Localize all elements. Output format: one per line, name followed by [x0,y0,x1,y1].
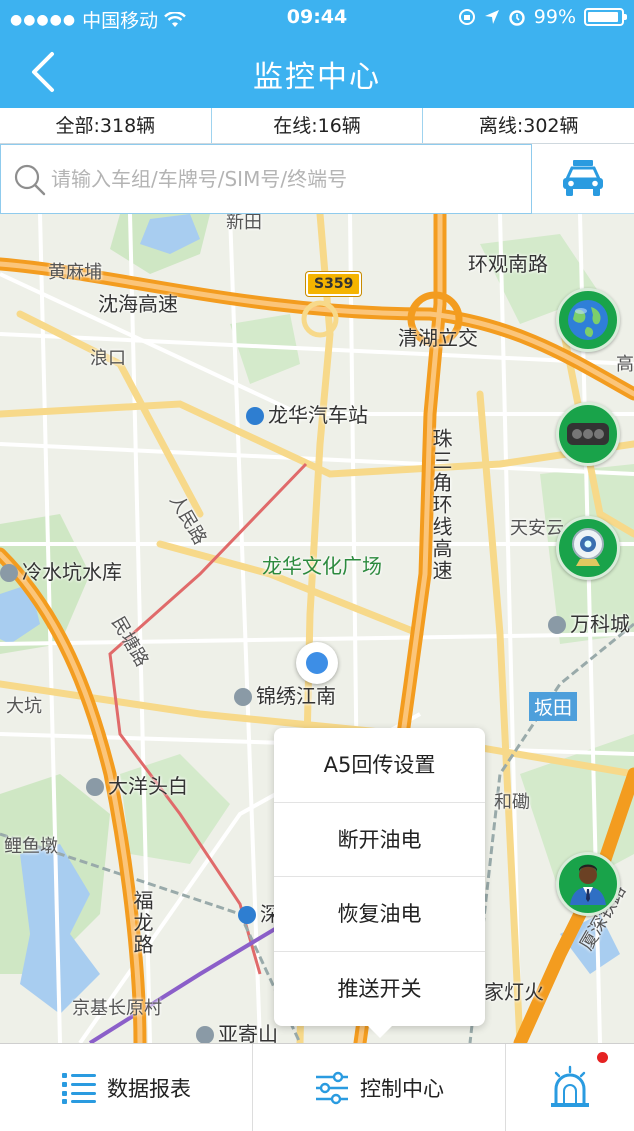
search-bar [0,144,634,214]
map-label: 鲤鱼墩 [4,836,58,857]
map-label: 万科城 [570,612,630,636]
traffic-light-icon [567,423,609,445]
traffic-button[interactable] [556,402,620,466]
tab-label: 控制中心 [360,1077,444,1101]
control-popup-menu: A5回传设置 断开油电 恢复油电 推送开关 [274,728,485,1038]
map-label: 环观南路 [468,252,548,276]
tab-control-center[interactable]: 控制中心 [253,1044,506,1131]
search-input[interactable] [51,159,521,199]
menu-item-restore-fuel-power[interactable]: 恢复油电 [274,877,485,952]
map-label: 家灯火 [484,980,544,1004]
map-layer-button[interactable] [556,288,620,352]
district-label: 坂田 [529,692,578,721]
poi-icon [196,1026,214,1043]
battery-percent: 99% [533,6,576,28]
map-label: 大洋头白 [108,774,188,798]
bus-icon [246,407,264,425]
bottom-tab-bar: 数据报表 控制中心 [0,1043,634,1131]
map-label: 锦绣江南 [256,684,336,708]
map-label: 福龙路 [130,890,154,956]
count-online-tab[interactable]: 在线:16辆 [212,108,424,143]
alarm-clock-icon [509,10,525,26]
map-label: 龙华汽车站 [268,403,368,427]
map-label: 高 [616,354,634,375]
road-shield: S359 [306,272,362,296]
search-box [0,144,532,214]
metro-icon [238,906,256,924]
battery-icon [584,8,627,26]
globe-icon [568,300,608,340]
camera-button[interactable] [556,516,620,580]
vehicle-count-bar: 全部:318辆 在线:16辆 离线:302辆 [0,108,634,144]
menu-item-a5-return-setting[interactable]: A5回传设置 [274,728,485,803]
tab-alarm[interactable] [506,1044,634,1131]
current-location-marker[interactable] [296,642,338,684]
top-bar: ●●●●● 中国移动 09:44 99% 监控中心 [0,0,634,108]
driver-button[interactable] [556,852,620,916]
poi-icon [234,688,252,706]
poi-yajishan: 亚寄山 [196,1018,278,1043]
tab-label: 数据报表 [107,1077,191,1101]
map-label: 清湖立交 [398,326,478,350]
driver-icon [570,864,606,905]
tab-data-report[interactable]: 数据报表 [0,1044,253,1131]
map-label: 天安云 [510,518,564,539]
map-label: 沈海高速 [98,292,178,316]
map-label: 浪口 [90,348,126,369]
page-title: 监控中心 [253,60,381,95]
sliders-icon [316,1071,348,1105]
car-icon [563,160,603,196]
map-label: 新田 [226,214,262,233]
camera-icon [572,528,604,566]
poi-wanke: 万科城 [548,608,630,637]
map-label: 冷水坑水库 [22,560,122,584]
map-view[interactable]: 新田 环观南路 黄麻埔 S359 沈海高速 清湖立交 浪口 高 龙华汽车站 珠三… [0,214,634,1043]
search-icon [14,164,46,196]
count-offline-tab[interactable]: 离线:302辆 [423,108,634,143]
list-icon [62,1073,96,1104]
map-label: 京基长原村 [72,998,162,1019]
poi-lengshuikeng: 冷水坑水库 [0,556,122,585]
status-bar: ●●●●● 中国移动 09:44 99% [0,0,634,36]
vehicle-filter-button[interactable] [532,144,634,214]
alarm-light-icon [551,1065,589,1107]
map-label: 珠三角环线高速 [429,428,453,582]
poi-icon [548,616,566,634]
poi-icon [0,564,18,582]
notification-dot [597,1052,608,1063]
rotation-lock-icon [458,9,475,25]
poi-dayang: 大洋头白 [86,770,188,799]
map-label: 和磡 [494,792,530,813]
count-all-tab[interactable]: 全部:318辆 [0,108,212,143]
nav-bar: 监控中心 [0,36,634,108]
poi-jinxiu: 锦绣江南 [234,680,336,709]
menu-item-cut-fuel-power[interactable]: 断开油电 [274,803,485,877]
poi-icon [86,778,104,796]
poi-longhua-bus-station: 龙华汽车站 [246,399,368,428]
menu-item-push-switch[interactable]: 推送开关 [274,952,485,1027]
location-arrow-icon [484,10,499,24]
map-label: 亚寄山 [218,1022,278,1043]
map-label: 大坑 [6,696,42,717]
map-label: 龙华文化广场 [262,554,382,578]
map-label: 黄麻埔 [48,262,102,283]
